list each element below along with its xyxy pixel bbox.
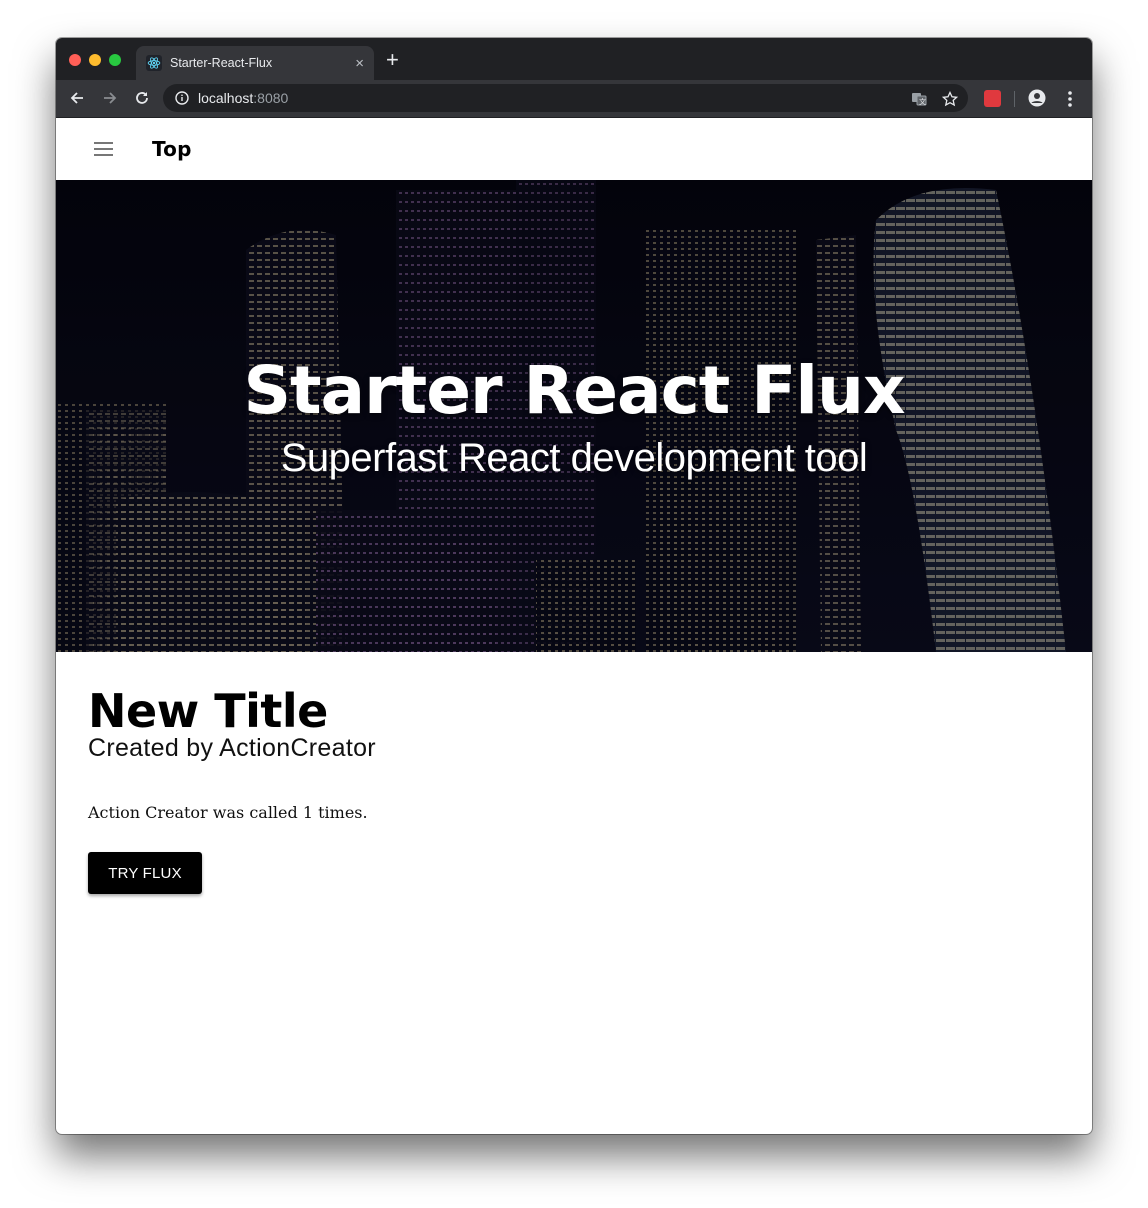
browser-tab[interactable]: Starter-React-Flux × bbox=[136, 46, 374, 80]
toolbar-divider bbox=[1014, 91, 1015, 107]
star-icon[interactable] bbox=[941, 90, 959, 108]
close-window-button[interactable] bbox=[69, 54, 81, 66]
minimize-window-button[interactable] bbox=[89, 54, 101, 66]
try-flux-button[interactable]: TRY FLUX bbox=[88, 852, 202, 894]
extension-icon[interactable] bbox=[984, 90, 1001, 107]
tab-title: Starter-React-Flux bbox=[170, 56, 273, 70]
hero-banner: Starter React Flux Superfast React devel… bbox=[56, 180, 1092, 652]
url-port: :8080 bbox=[253, 90, 289, 106]
content-subtitle: Created by ActionCreator bbox=[88, 734, 376, 762]
maximize-window-button[interactable] bbox=[109, 54, 121, 66]
back-icon[interactable] bbox=[66, 87, 88, 109]
hero-text: Starter React Flux Superfast React devel… bbox=[56, 180, 1092, 652]
main-content: New Title Created by ActionCreator Actio… bbox=[88, 684, 376, 894]
app-bar: Top bbox=[56, 118, 1092, 180]
content-title: New Title bbox=[88, 684, 328, 738]
browser-toolbar: localhost:8080 文 bbox=[56, 80, 1092, 118]
reload-icon[interactable] bbox=[131, 87, 153, 109]
profile-icon[interactable] bbox=[1028, 89, 1046, 107]
browser-window: Starter-React-Flux × + localhost:8080 文 bbox=[56, 38, 1092, 1134]
hamburger-icon[interactable] bbox=[94, 142, 114, 156]
app-bar-title: Top bbox=[152, 137, 192, 161]
svg-text:文: 文 bbox=[919, 97, 926, 106]
menu-icon[interactable] bbox=[1064, 90, 1076, 108]
address-bar[interactable]: localhost:8080 文 bbox=[163, 84, 968, 112]
hero-title: Starter React Flux bbox=[243, 352, 905, 429]
forward-icon[interactable] bbox=[99, 87, 121, 109]
url-host: localhost bbox=[198, 90, 254, 106]
url-text: localhost:8080 bbox=[198, 90, 288, 106]
react-logo-icon bbox=[146, 55, 162, 71]
info-icon[interactable] bbox=[175, 91, 189, 105]
hero-subtitle: Superfast React development tool bbox=[280, 436, 868, 480]
call-count-text: Action Creator was called 1 times. bbox=[88, 803, 368, 822]
new-tab-button[interactable]: + bbox=[386, 49, 399, 71]
translate-icon[interactable]: 文 bbox=[910, 90, 928, 108]
close-tab-icon[interactable]: × bbox=[355, 55, 364, 72]
tab-strip: Starter-React-Flux × + bbox=[56, 38, 1092, 80]
